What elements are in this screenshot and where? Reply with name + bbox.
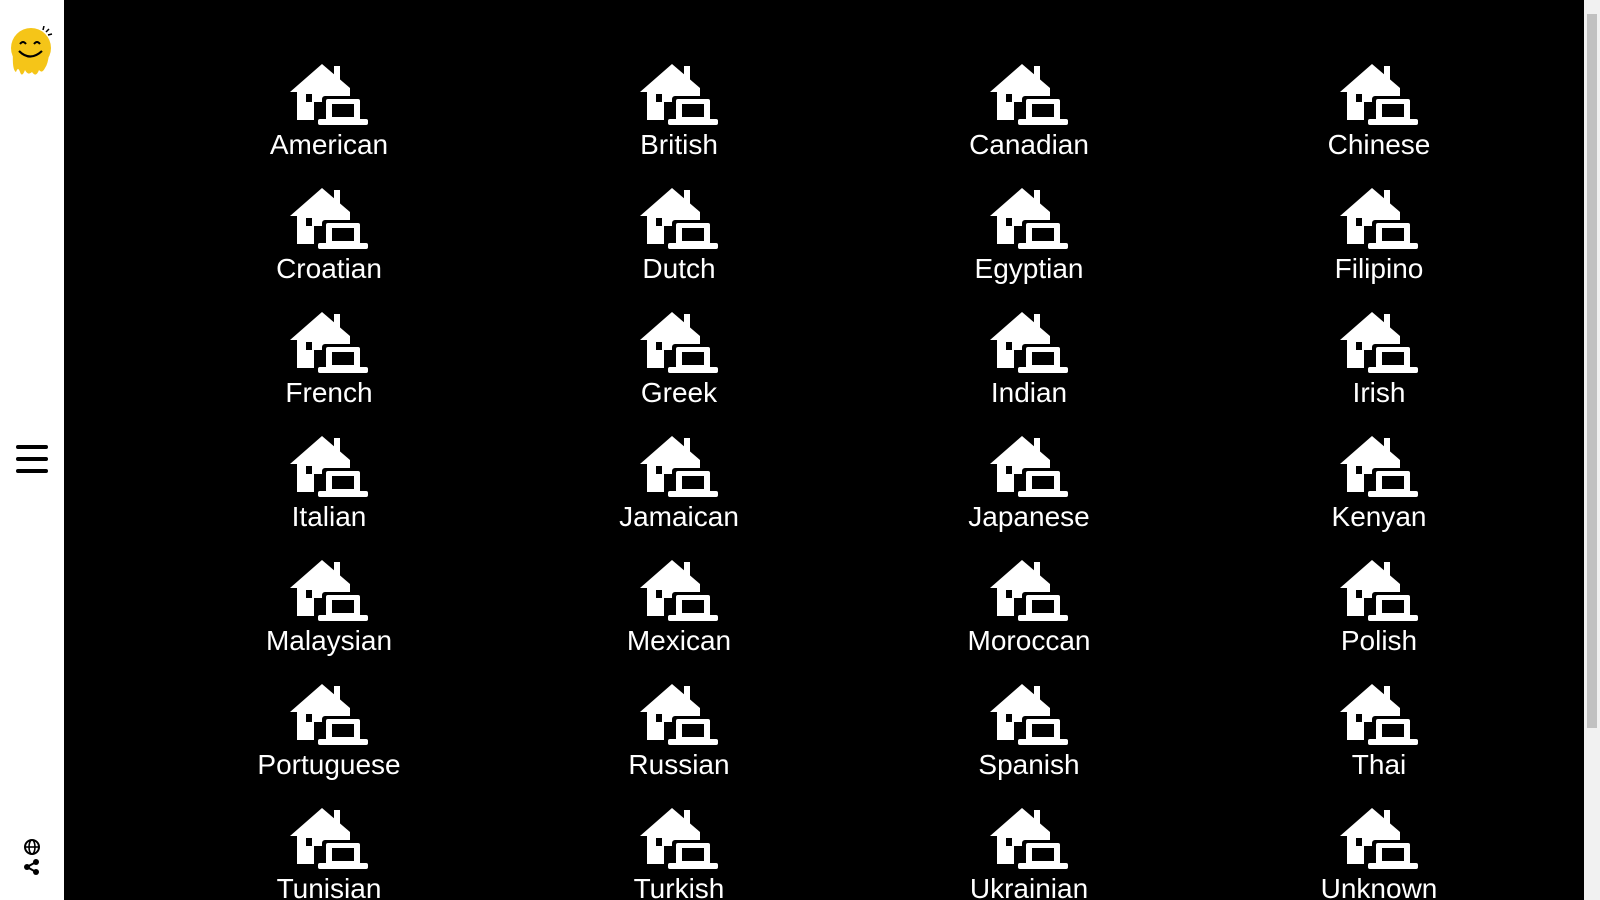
home-laptop-icon [640, 560, 718, 621]
cuisine-item-polish[interactable]: Polish [1204, 558, 1554, 682]
cuisine-label: Tunisian [276, 873, 382, 900]
cuisine-item-russian[interactable]: Russian [504, 682, 854, 806]
cuisine-item-ukrainian[interactable]: Ukrainian [854, 806, 1204, 900]
cuisine-label: Russian [628, 749, 730, 780]
cuisine-item-irish[interactable]: Irish [1204, 310, 1554, 434]
vertical-scrollbar[interactable] [1584, 0, 1600, 900]
cuisine-item-dutch[interactable]: Dutch [504, 186, 854, 310]
home-laptop-icon [1340, 64, 1418, 125]
home-laptop-icon [1340, 436, 1418, 497]
sidebar [0, 0, 64, 900]
cuisine-label: Croatian [276, 253, 382, 284]
cuisine-label: Moroccan [967, 625, 1091, 656]
home-laptop-icon [640, 808, 718, 869]
cuisine-item-american[interactable]: American [154, 62, 504, 186]
home-laptop-icon [640, 312, 718, 373]
home-laptop-icon [290, 188, 368, 249]
globe-icon[interactable] [22, 838, 42, 856]
cuisine-label: Indian [990, 377, 1068, 408]
smiley-logo-icon[interactable] [8, 25, 56, 80]
home-laptop-icon [1340, 312, 1418, 373]
home-laptop-icon [290, 64, 368, 125]
cuisine-label: Portuguese [257, 749, 401, 780]
home-laptop-icon [290, 312, 368, 373]
home-laptop-icon [990, 188, 1068, 249]
cuisine-label: Polish [1340, 625, 1418, 656]
cuisine-label: American [269, 129, 389, 160]
cuisine-grid-area: American British Canadian Chinese Croati… [64, 0, 1584, 900]
cuisine-label: Jamaican [619, 501, 739, 532]
home-laptop-icon [290, 436, 368, 497]
home-laptop-icon [640, 684, 718, 745]
home-laptop-icon [1340, 188, 1418, 249]
hamburger-menu-icon[interactable] [14, 442, 50, 476]
home-laptop-icon [290, 560, 368, 621]
home-laptop-icon [640, 64, 718, 125]
cuisine-item-french[interactable]: French [154, 310, 504, 434]
share-icon[interactable] [22, 858, 42, 876]
cuisine-item-indian[interactable]: Indian [854, 310, 1204, 434]
cuisine-label: Filipino [1334, 253, 1424, 284]
home-laptop-icon [1340, 684, 1418, 745]
cuisine-label: Dutch [642, 253, 716, 284]
cuisine-item-portuguese[interactable]: Portuguese [154, 682, 504, 806]
cuisine-item-malaysian[interactable]: Malaysian [154, 558, 504, 682]
cuisine-item-mexican[interactable]: Mexican [504, 558, 854, 682]
cuisine-item-tunisian[interactable]: Tunisian [154, 806, 504, 900]
cuisine-item-croatian[interactable]: Croatian [154, 186, 504, 310]
cuisine-item-turkish[interactable]: Turkish [504, 806, 854, 900]
cuisine-label: Chinese [1327, 129, 1431, 160]
cuisine-label: Kenyan [1331, 501, 1427, 532]
cuisine-item-jamaican[interactable]: Jamaican [504, 434, 854, 558]
cuisine-item-japanese[interactable]: Japanese [854, 434, 1204, 558]
cuisine-label: Mexican [626, 625, 732, 656]
home-laptop-icon [990, 436, 1068, 497]
cuisine-label: Greek [640, 377, 718, 408]
home-laptop-icon [640, 188, 718, 249]
cuisine-label: British [640, 129, 718, 160]
home-laptop-icon [1340, 560, 1418, 621]
cuisine-item-spanish[interactable]: Spanish [854, 682, 1204, 806]
cuisine-item-chinese[interactable]: Chinese [1204, 62, 1554, 186]
cuisine-label: Italian [291, 501, 367, 532]
cuisine-label: French [285, 377, 373, 408]
cuisine-item-canadian[interactable]: Canadian [854, 62, 1204, 186]
cuisine-item-thai[interactable]: Thai [1204, 682, 1554, 806]
home-laptop-icon [290, 808, 368, 869]
cuisine-label: Egyptian [974, 253, 1084, 284]
cuisine-item-unknown[interactable]: Unknown [1204, 806, 1554, 900]
home-laptop-icon [990, 64, 1068, 125]
home-laptop-icon [290, 684, 368, 745]
cuisine-item-egyptian[interactable]: Egyptian [854, 186, 1204, 310]
home-laptop-icon [990, 808, 1068, 869]
cuisine-label: Canadian [969, 129, 1089, 160]
cuisine-label: Spanish [978, 749, 1080, 780]
cuisine-label: Malaysian [265, 625, 393, 656]
cuisine-item-kenyan[interactable]: Kenyan [1204, 434, 1554, 558]
cuisine-item-filipino[interactable]: Filipino [1204, 186, 1554, 310]
cuisine-item-italian[interactable]: Italian [154, 434, 504, 558]
cuisine-item-greek[interactable]: Greek [504, 310, 854, 434]
cuisine-label: Japanese [968, 501, 1090, 532]
cuisine-item-moroccan[interactable]: Moroccan [854, 558, 1204, 682]
scrollbar-thumb[interactable] [1587, 14, 1597, 728]
cuisine-item-british[interactable]: British [504, 62, 854, 186]
cuisine-grid: American British Canadian Chinese Croati… [154, 62, 1554, 900]
cuisine-label: Thai [1351, 749, 1407, 780]
home-laptop-icon [640, 436, 718, 497]
cuisine-label: Ukrainian [969, 873, 1089, 900]
cuisine-label: Unknown [1320, 873, 1438, 900]
home-laptop-icon [990, 684, 1068, 745]
home-laptop-icon [990, 312, 1068, 373]
cuisine-label: Irish [1352, 377, 1406, 408]
home-laptop-icon [1340, 808, 1418, 869]
cuisine-label: Turkish [633, 873, 725, 900]
home-laptop-icon [990, 560, 1068, 621]
